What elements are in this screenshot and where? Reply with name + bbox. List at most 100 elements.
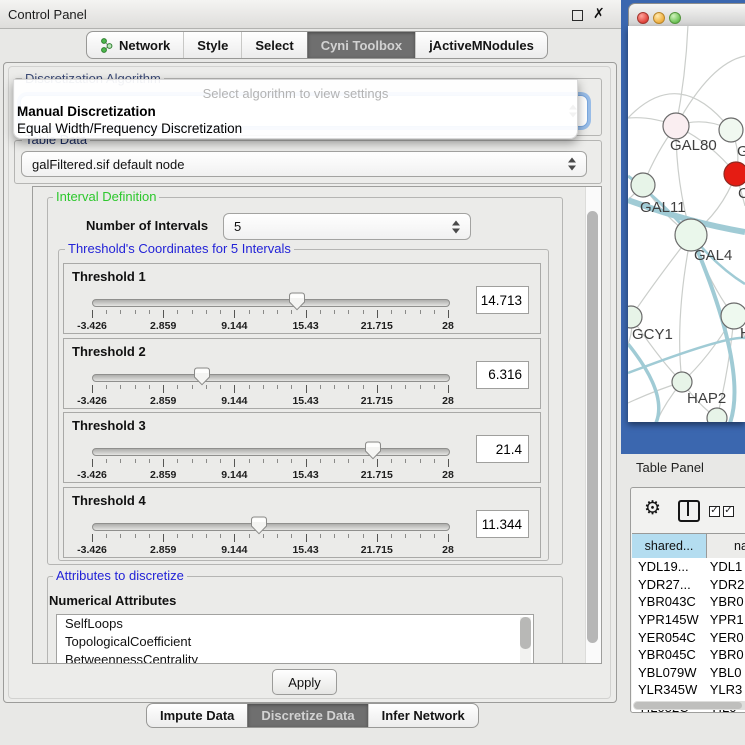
slider-thumb-icon[interactable] [251,516,267,535]
tick-label: -3.426 [77,469,107,481]
table-row[interactable]: YBL079WYBL0 [632,664,745,682]
tick-mark [177,310,178,314]
network-node-c[interactable] [724,162,745,186]
close-traffic-light-icon[interactable] [637,12,649,24]
tick-mark [106,385,107,389]
threshold-slider[interactable]: -3.4262.8599.14415.4321.71528 [92,291,448,333]
table-row[interactable]: YER054CYER0 [632,628,745,646]
apply-button[interactable]: Apply [272,669,337,695]
threshold-value-field[interactable]: 14.713 [476,286,529,314]
network-node-ga[interactable] [719,118,743,142]
threshold-value-field[interactable]: 6.316 [476,361,529,389]
tick-mark [149,310,150,314]
tick-mark [434,534,435,538]
network-node-hap2[interactable] [672,372,692,392]
tick-label: 9.144 [221,544,247,556]
table-cell[interactable]: YBR0 [703,594,745,609]
apply-button-label: Apply [288,675,321,690]
table-cell[interactable]: YBL079W [632,665,703,680]
table-cell[interactable]: YDL1 [703,559,745,574]
table-hscrollbar-thumb[interactable] [634,702,742,709]
tick-mark [363,385,364,389]
table-row[interactable]: YBR043CYBR0 [632,593,745,611]
settings-scrollbar-thumb[interactable] [587,211,598,643]
network-window-titlebar[interactable] [628,3,745,28]
table-data-combobox[interactable]: galFiltered.sif default node [21,151,587,177]
attribute-item[interactable]: SelfLoops [57,615,533,633]
mode-tab-label-impute-data: Impute Data [160,708,234,723]
table-cell[interactable]: YLR3 [703,682,745,697]
table-cell[interactable]: YER0 [703,630,745,645]
float-window-icon[interactable] [572,10,583,21]
attribute-item[interactable]: BetweennessCentrality [57,651,533,664]
table-row[interactable]: YLR345WYLR3 [632,681,745,699]
algorithm-option-manual-discretization[interactable]: Manual Discretization [14,103,577,120]
column-header-name[interactable]: na [707,534,745,558]
minimize-traffic-light-icon[interactable] [653,12,665,24]
table-row[interactable]: YPR145WYPR1 [632,611,745,629]
zoom-traffic-light-icon[interactable] [669,12,681,24]
mode-tab-discretize-data[interactable]: Discretize Data [247,704,367,727]
mode-tab-impute-data[interactable]: Impute Data [147,704,247,727]
network-edge[interactable] [628,344,659,422]
tick-mark [277,459,278,463]
tab-style[interactable]: Style [183,32,241,58]
network-edge[interactable] [676,56,745,126]
tick-mark [448,534,449,542]
tab-jactivemnodules[interactable]: jActiveMNodules [415,32,547,58]
tab-network[interactable]: Network [87,32,183,58]
tick-mark [420,534,421,538]
table-panel-title: Table Panel [636,460,704,475]
threshold-slider[interactable]: -3.4262.8599.14415.4321.71528 [92,515,448,557]
table-row[interactable]: YDR27...YDR2 [632,576,745,594]
table-cell[interactable]: YPR145W [632,612,703,627]
table-hscrollbar[interactable] [633,701,745,710]
table-cell[interactable]: YLR345W [632,682,703,697]
network-edge[interactable] [676,26,688,126]
algorithm-option-equal-width-frequency-discretization[interactable]: Equal Width/Frequency Discretization [14,120,577,137]
column-header-shared[interactable]: shared... [632,534,707,558]
table-row[interactable]: YBR045CYBR0 [632,646,745,664]
network-node-unlabeled[interactable] [707,408,727,422]
slider-thumb-icon[interactable] [289,292,305,311]
table-cell[interactable]: YDL19... [632,559,703,574]
tick-mark [135,310,136,314]
table-cell[interactable]: YBR045C [632,647,703,662]
gear-icon[interactable]: ⚙ [644,497,661,519]
tick-mark [348,385,349,389]
table-cell[interactable]: YBL0 [703,665,745,680]
slider-thumb-icon[interactable] [365,441,381,460]
network-node-gal80[interactable] [663,113,689,139]
network-node-gcy1[interactable] [628,306,642,328]
network-canvas[interactable]: GAL80GACGAL11GAL4GCY1HHAP2 [628,26,745,422]
table-cell[interactable]: YBR0 [703,647,745,662]
threshold-slider[interactable]: -3.4262.8599.14415.4321.71528 [92,440,448,482]
threshold-slider[interactable]: -3.4262.8599.14415.4321.71528 [92,366,448,408]
attributes-scrollbar[interactable] [520,617,531,664]
table-cell[interactable]: YDR2 [703,577,745,592]
close-icon[interactable]: ✗ [593,5,605,22]
checkbox-icon[interactable]: ✓ [709,506,720,517]
table-cell[interactable]: YER054C [632,630,703,645]
numerical-attributes-list[interactable]: SelfLoopsTopologicalCoefficientBetweenne… [56,614,534,664]
threshold-value-field[interactable]: 21.4 [476,435,529,463]
network-node-label: GA [737,143,745,160]
attribute-item[interactable]: TopologicalCoefficient [57,633,533,651]
tab-select[interactable]: Select [241,32,306,58]
tab-cyni-toolbox[interactable]: Cyni Toolbox [307,32,415,58]
table-row[interactable]: YDL19...YDL1 [632,558,745,576]
table-cell[interactable]: YDR27... [632,577,703,592]
table-cell[interactable]: YPR1 [703,612,745,627]
mode-tab-infer-network[interactable]: Infer Network [368,704,478,727]
tick-mark [135,385,136,389]
number-of-intervals-combobox[interactable]: 5 [223,213,471,240]
network-edge[interactable] [680,235,691,382]
attributes-scrollbar-thumb[interactable] [520,617,531,649]
threshold-value-field[interactable]: 11.344 [476,510,529,538]
network-node-gal11[interactable] [631,173,655,197]
split-columns-icon[interactable] [678,500,700,522]
table-cell[interactable]: YBR043C [632,594,703,609]
tick-mark [149,385,150,389]
checkbox-icon[interactable]: ✓ [723,506,734,517]
slider-thumb-icon[interactable] [194,367,210,386]
